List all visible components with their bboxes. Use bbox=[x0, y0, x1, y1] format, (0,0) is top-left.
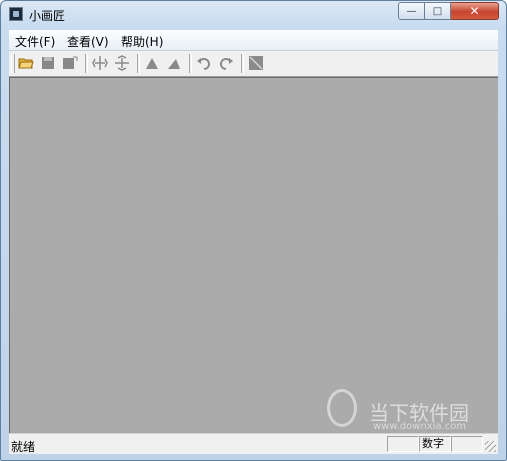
flip-vertical-icon[interactable] bbox=[113, 54, 131, 72]
undo-icon[interactable] bbox=[195, 54, 213, 72]
status-text: 就绪 bbox=[11, 440, 36, 454]
flip-horizontal-icon[interactable] bbox=[91, 54, 109, 72]
menu-help[interactable]: 帮助(H) bbox=[121, 33, 163, 50]
title-bar[interactable]: 小画匠 — □ ✕ bbox=[1, 1, 506, 28]
toolbar-separator bbox=[189, 54, 192, 73]
menu-file[interactable]: 文件(F) bbox=[15, 33, 55, 50]
close-icon: ✕ bbox=[469, 4, 480, 18]
save-as-icon[interactable] bbox=[61, 54, 79, 72]
app-window: 小画匠 — □ ✕ 文件(F) 查看(V) 帮助(H) 当下软件园 www.do… bbox=[0, 0, 507, 461]
maximize-button[interactable]: □ bbox=[425, 2, 451, 20]
canvas-area[interactable] bbox=[9, 77, 498, 433]
minimize-button[interactable]: — bbox=[398, 2, 425, 20]
app-icon[interactable] bbox=[9, 7, 23, 21]
save-icon[interactable] bbox=[39, 54, 57, 72]
resize-grip[interactable] bbox=[485, 441, 496, 452]
menu-bar: 文件(F) 查看(V) 帮助(H) bbox=[9, 30, 498, 51]
redo-icon[interactable] bbox=[217, 54, 235, 72]
maximize-icon: □ bbox=[432, 5, 443, 17]
rotate-right-icon[interactable] bbox=[165, 54, 183, 72]
minimize-icon: — bbox=[406, 5, 417, 17]
status-pane-num: 数字 bbox=[419, 436, 451, 452]
rotate-left-icon[interactable] bbox=[143, 54, 161, 72]
watermark-logo bbox=[327, 389, 357, 427]
toolbar-separator bbox=[137, 54, 140, 73]
toolbar-separator bbox=[85, 54, 88, 73]
toolbar bbox=[9, 51, 498, 77]
toolbar-separator bbox=[241, 54, 244, 73]
status-bar: 就绪 数字 bbox=[9, 433, 498, 454]
open-folder-icon[interactable] bbox=[17, 54, 35, 72]
watermark-url: www.downxia.com bbox=[373, 421, 467, 432]
menu-view[interactable]: 查看(V) bbox=[67, 33, 109, 50]
close-button[interactable]: ✕ bbox=[451, 2, 499, 20]
status-pane-scroll bbox=[451, 436, 483, 452]
crop-icon[interactable] bbox=[247, 54, 265, 72]
toolbar-grip[interactable] bbox=[11, 54, 15, 73]
status-pane-caps bbox=[387, 436, 419, 452]
window-title: 小画匠 bbox=[29, 9, 66, 23]
